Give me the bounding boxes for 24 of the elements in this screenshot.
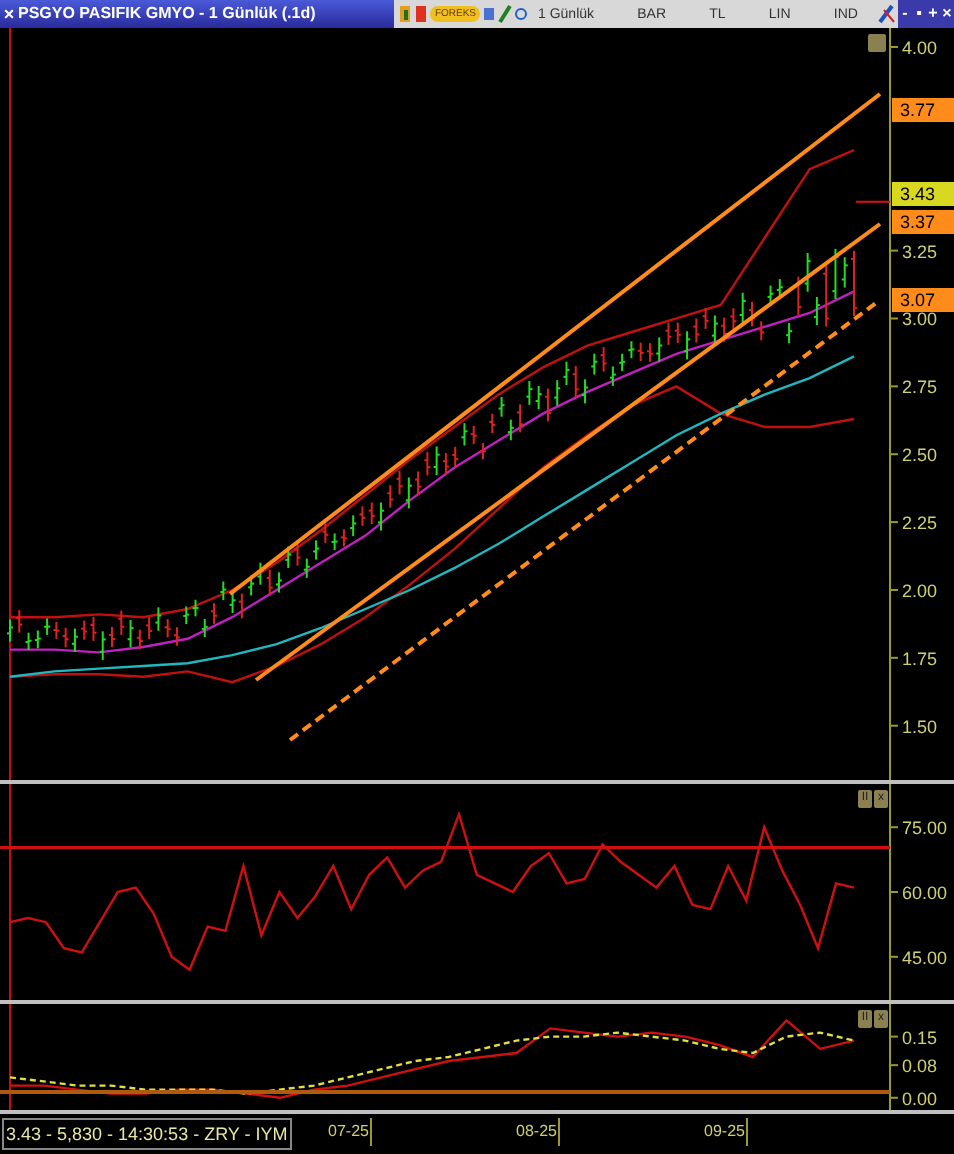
axis-label: 1.50 xyxy=(902,716,938,737)
date-label: 09-25 xyxy=(704,1118,749,1146)
axis-label: 0.08 xyxy=(902,1056,938,1077)
axis-label: 45.00 xyxy=(902,947,948,968)
axis-label: 2.75 xyxy=(902,377,938,398)
axis-label: 3.00 xyxy=(902,309,938,330)
price-tag: 3.37 xyxy=(892,210,954,235)
price-tag: 3.07 xyxy=(892,287,954,312)
axis-label: 60.00 xyxy=(902,883,948,903)
axis-label: 0.15 xyxy=(902,1027,938,1048)
axis-label: 3.25 xyxy=(902,241,938,262)
price-tag: 3.77 xyxy=(892,97,954,122)
price-tag: 3.43 xyxy=(892,181,954,206)
status-quote: 3.43 - 5,830 - 14:30:53 - ZRY - IYM xyxy=(2,1118,292,1150)
axis-label: 0.00 xyxy=(902,1088,938,1109)
axis-label: 2.25 xyxy=(902,513,938,534)
axis-label: 1.75 xyxy=(902,648,938,669)
axis-label: 4.00 xyxy=(902,38,938,58)
date-label: 07-25 xyxy=(328,1118,373,1146)
axis-label: 2.00 xyxy=(902,580,938,601)
axis-label: 2.50 xyxy=(902,445,938,466)
window-title: PSGYO PASIFIK GMYO - 1 Günlük (.1d) xyxy=(18,6,316,22)
date-label: 08-25 xyxy=(516,1118,561,1146)
axis-label: 75.00 xyxy=(902,818,948,839)
